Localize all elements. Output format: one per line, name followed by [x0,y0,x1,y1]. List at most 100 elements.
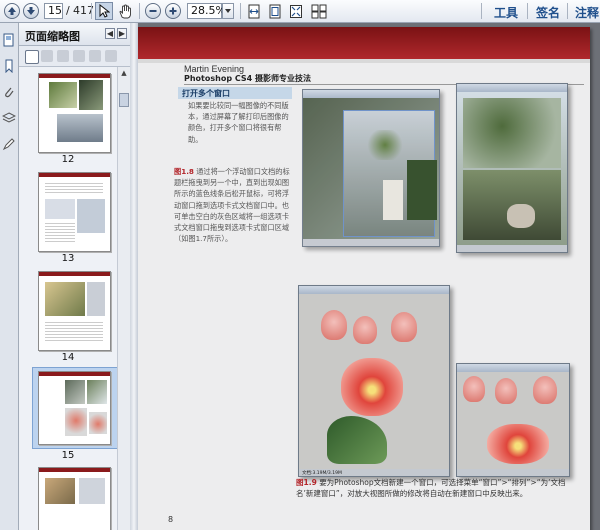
thumbnail-label: 14 [61,352,75,363]
figure-caption-text: 要为Photoshop文档新建一个窗口，可选择菜单“窗口”>“排列”>“为‘文档… [296,478,566,498]
tulip-bud-icon [353,316,377,344]
thumbnail-page-15[interactable] [38,371,111,445]
fit-page-width-icon [248,4,260,18]
tulip-bud-icon [533,376,557,404]
thumbnails-toolbar [19,46,130,67]
scrollbar-thumb[interactable] [119,93,129,107]
page-subtitle: Photoshop CS4 摄影师专业技法 [184,74,311,83]
fit-width-button[interactable] [245,2,263,20]
document-size-status: 文档:3.19M/3.19M [302,471,342,476]
select-tool-button[interactable] [95,2,113,20]
thumbnail-label: 15 [61,450,75,461]
chevron-left-icon: ◀ [106,29,114,38]
toolbar-divider [91,3,92,19]
thumbnail-label: 12 [61,154,75,165]
previous-page-button[interactable] [3,2,21,20]
rotate-page-icon[interactable] [73,50,85,62]
delete-page-icon[interactable] [57,50,69,62]
panel-expand-button[interactable]: ▶ [117,28,127,39]
thumbnail-list: 12 13 14 15 [19,67,117,530]
tools-button[interactable]: 工具 [494,4,518,21]
window-titlebar [303,90,439,98]
figure-1-9-window-main: 文档:3.19M/3.19M [298,285,450,477]
page-thumbnails-icon[interactable] [2,33,16,47]
toolbar-divider [240,3,241,19]
toolbar-divider [527,3,528,19]
arrow-down-icon [23,3,39,19]
arrow-up-icon [4,3,20,19]
figure-1-8-caption: 图1.8 通过将一个浮动窗口文档的标题栏拖曳到另一个中，直到出现如图所示的蓝色线… [174,166,292,244]
window-titlebar [299,286,449,294]
figure-1-9-caption: 图1.9 要为Photoshop文档新建一个窗口，可选择菜单“窗口”>“排列”>… [296,477,576,499]
thumbnails-panel-header: 页面缩略图 ◀ ▶ [19,23,130,46]
thumbnail-page-14[interactable] [38,271,111,351]
panel-splitter[interactable] [130,23,138,530]
toolbar-divider [567,3,568,19]
tulip-bud-icon [495,378,517,404]
zoom-in-button[interactable] [164,2,182,20]
panel-collapse-button[interactable]: ◀ [105,28,115,39]
window-statusbar [457,245,567,252]
tulip-bloom-icon [341,358,403,416]
sign-button[interactable]: 签名 [536,4,560,21]
page-number-input[interactable]: 15 [44,3,63,19]
rock-shape [507,204,535,228]
fit-page-button[interactable] [266,2,284,20]
figure-1-8-window-right [456,83,568,253]
panel-title: 页面缩略图 [25,30,80,43]
window-statusbar [457,469,569,476]
signature-pen-icon[interactable] [2,137,16,151]
hedge-shape [407,160,437,220]
tree-canopy-shape [463,98,561,168]
window-titlebar [457,364,569,372]
chevron-down-icon [225,9,231,13]
thumbnail-label: 13 [61,253,75,264]
navigation-pane-tabs [0,23,19,530]
bookmark-icon[interactable] [2,59,16,73]
fit-page-icon [269,4,281,18]
paperclip-icon[interactable] [2,85,16,99]
full-screen-button[interactable] [287,2,305,20]
document-view[interactable]: Martin Evening Photoshop CS4 摄影师专业技法 打开多… [138,23,600,530]
zoom-dropdown-button[interactable] [222,3,234,19]
zoom-out-button[interactable] [144,2,162,20]
tulip-bud-icon [463,376,485,402]
hand-icon [119,4,131,18]
window-titlebar [457,84,567,92]
thumbnails-scrollbar[interactable]: ▲ [117,67,131,530]
main-toolbar: 15 / 417 28.5% 工具 签名 注释 [0,0,600,23]
thumbnail-page-12[interactable] [38,73,111,153]
thumbnail-page-16[interactable] [38,467,111,530]
cursor-arrow-icon [99,4,110,18]
tulip-leaves-icon [327,416,387,464]
comment-button[interactable]: 注释 [575,4,599,21]
page-layout-button[interactable] [310,2,328,20]
next-page-button[interactable] [22,2,40,20]
section-title: 打开多个窗口 [182,89,230,98]
window-statusbar [303,239,439,246]
hand-tool-button[interactable] [116,2,134,20]
tulip-bud-icon [391,312,417,342]
thumbnail-page-13[interactable] [38,172,111,252]
figure-1-8-window-left [302,89,440,247]
page-number: 8 [168,515,174,524]
pdf-page: Martin Evening Photoshop CS4 摄影师专业技法 打开多… [138,27,590,530]
insert-page-icon[interactable] [41,50,53,62]
figure-label: 图1.8 [174,167,194,176]
pathway-shape [383,180,403,220]
window-statusbar: 文档:3.19M/3.19M [299,469,449,476]
tulip-bud-icon [321,310,347,340]
scroll-up-icon[interactable]: ▲ [119,68,129,78]
extract-page-icon[interactable] [89,50,101,62]
expand-icon [290,4,302,18]
intro-paragraph: 如果要比较同一幅图像的不同版本，通过屏幕了解打印后图像的颜色，打开多个窗口将很有… [188,101,289,144]
figure-caption-text: 通过将一个浮动窗口文档的标题栏拖曳到另一个中，直到出现如图所示的蓝色线条后松开鼠… [174,167,290,244]
layers-icon[interactable] [2,111,16,125]
page-header-band [138,27,590,63]
print-page-icon[interactable] [105,50,117,62]
options-menu-icon[interactable] [25,50,39,64]
thumbnails-panel: 页面缩略图 ◀ ▶ 12 13 14 15 ▲ [19,23,131,530]
tulip-bloom-icon [487,424,549,464]
plus-icon [165,3,181,19]
zoom-level-field[interactable]: 28.5% [187,3,226,19]
